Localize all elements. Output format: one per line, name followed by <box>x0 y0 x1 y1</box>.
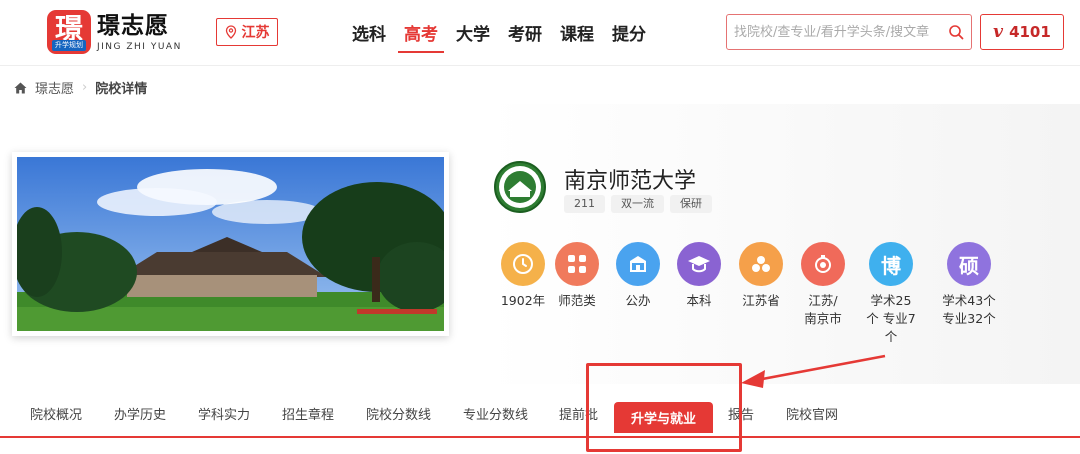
city-icon <box>801 242 845 286</box>
graduation-cap-icon <box>677 242 721 286</box>
logo-name: 璟志愿 <box>97 12 169 39</box>
tab-history[interactable]: 办学历史 <box>114 404 166 423</box>
search-input[interactable] <box>727 15 937 49</box>
nav-item-gaokao[interactable]: 高考 <box>398 20 444 53</box>
breadcrumb-separator: › <box>82 80 88 95</box>
tab-disciplines[interactable]: 学科实力 <box>198 404 250 423</box>
campus-photo <box>12 152 449 336</box>
search-icon[interactable] <box>948 24 964 40</box>
breadcrumb-home[interactable]: 璟志愿 <box>35 78 74 97</box>
university-name: 南京师范大学 <box>564 169 697 194</box>
shuo-icon: 硕 <box>947 242 991 286</box>
top-header: 璟 升学规划 璟志愿 JING ZHI YUAN 江苏 选科 高考 大学 考研 … <box>0 0 1080 66</box>
home-icon[interactable] <box>14 82 27 94</box>
tab-school-scores[interactable]: 院校分数线 <box>366 404 431 423</box>
breadcrumb-current: 院校详情 <box>95 82 148 97</box>
clock-icon <box>501 242 545 286</box>
logo-mark: 璟 升学规划 <box>47 10 91 54</box>
location-pin-icon <box>225 25 236 39</box>
nav-item-kecheng[interactable]: 课程 <box>560 20 594 49</box>
site-logo[interactable]: 璟 升学规划 璟志愿 JING ZHI YUAN <box>47 10 182 54</box>
fact-founded: 1902年 <box>493 242 553 310</box>
tabs-underline <box>0 436 1080 438</box>
fact-master: 硕 学术43个 专业32个 <box>939 242 999 328</box>
fact-type: 师范类 <box>547 242 607 310</box>
nav-item-tifen[interactable]: 提分 <box>612 20 646 49</box>
logo-tag: 升学规划 <box>52 40 86 51</box>
tag-211: 211 <box>564 195 605 213</box>
grid-icon <box>555 242 599 286</box>
tag-double-first-class: 双一流 <box>611 195 664 213</box>
region-label: 江苏 <box>241 25 270 41</box>
fact-doctoral: 博 学术25个 专业7个 <box>861 242 921 346</box>
building-icon <box>616 242 660 286</box>
annotation-arrow-icon <box>741 354 886 388</box>
main-nav: 选科 高考 大学 考研 课程 提分 <box>352 20 646 53</box>
search-box <box>726 14 972 50</box>
nav-item-xuanke[interactable]: 选科 <box>352 20 386 49</box>
logo-name-en: JING ZHI YUAN <box>97 41 182 52</box>
breadcrumb: 璟志愿 › 院校详情 <box>14 78 147 97</box>
tab-admission-rules[interactable]: 招生章程 <box>282 404 334 423</box>
highlight-box <box>586 363 742 452</box>
fact-ownership: 公办 <box>608 242 668 310</box>
tab-major-scores[interactable]: 专业分数线 <box>463 404 528 423</box>
bo-icon: 博 <box>869 242 913 286</box>
region-selector[interactable]: 江苏 <box>216 18 278 46</box>
university-tags: 211 双一流 保研 <box>564 195 712 213</box>
nav-item-daxue[interactable]: 大学 <box>456 20 490 49</box>
detail-tabs: 院校概况 办学历史 学科实力 招生章程 院校分数线 专业分数线 提前批 升学与就… <box>0 398 1080 438</box>
vip-points-button[interactable]: v 4101 <box>980 14 1064 50</box>
province-icon <box>739 242 783 286</box>
nav-item-kaoyan[interactable]: 考研 <box>508 20 542 49</box>
tag-baoyan: 保研 <box>670 195 712 213</box>
vip-icon: v <box>993 22 1004 42</box>
fact-province: 江苏省 <box>731 242 791 310</box>
campus-photo-image <box>17 157 444 331</box>
university-emblem-icon <box>499 166 541 208</box>
tab-official-site[interactable]: 院校官网 <box>786 404 838 423</box>
fact-level: 本科 <box>669 242 729 310</box>
university-logo <box>494 161 546 213</box>
vip-count: 4101 <box>1009 23 1051 41</box>
fact-city: 江苏/南京市 <box>793 242 853 328</box>
tab-overview[interactable]: 院校概况 <box>30 404 82 423</box>
